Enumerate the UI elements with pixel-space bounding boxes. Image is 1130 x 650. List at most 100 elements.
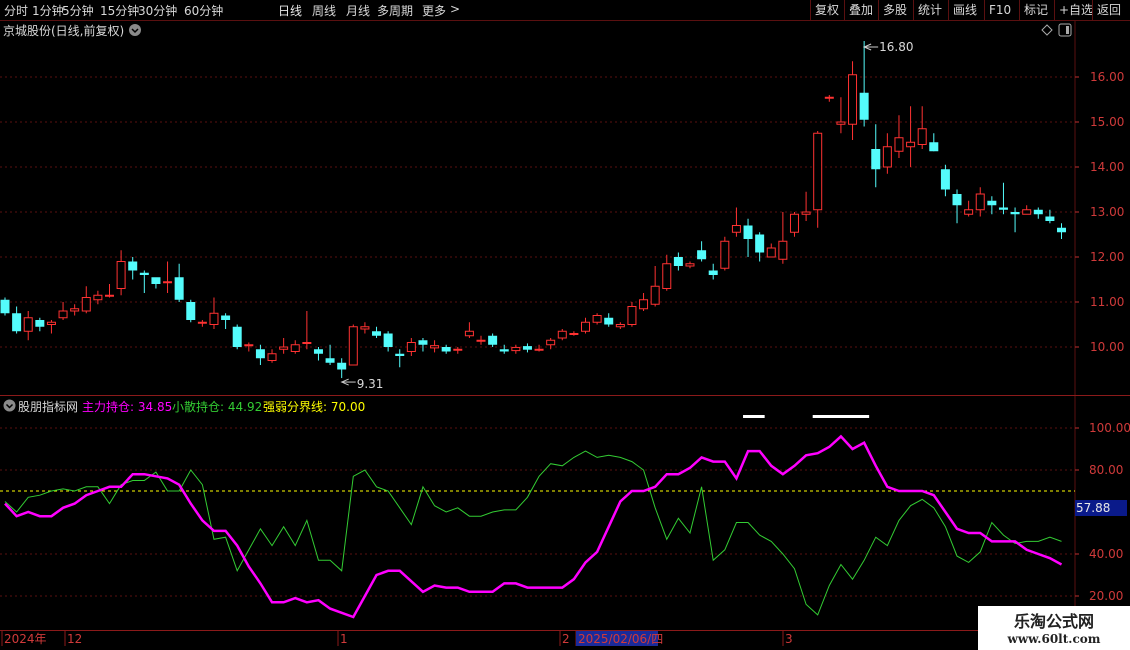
date-label: 2025/02/06/四 — [578, 632, 663, 646]
candle-body-up — [917, 128, 927, 145]
candle-body-down — [383, 333, 393, 347]
toolbar-button-7[interactable]: +自选 — [1054, 0, 1097, 20]
candle-body-up — [302, 342, 312, 344]
candle-body-down — [151, 277, 161, 284]
date-label: 3 — [785, 632, 793, 646]
candle-body-up — [813, 132, 823, 211]
candle-body-up — [46, 321, 56, 325]
retail-holding-label: 小散持仓: 44.92 — [172, 400, 263, 414]
price-tick-label: 14.00 — [1090, 160, 1124, 174]
candle-body-up — [116, 261, 126, 289]
candle-body-down — [952, 194, 962, 206]
period-tab-2[interactable]: 5分钟 — [62, 2, 94, 19]
candle-body-down — [499, 349, 509, 352]
candle-body-down — [232, 326, 242, 347]
candle-body-up — [23, 317, 33, 332]
candle-body-up — [975, 193, 985, 211]
candle-body-down — [940, 169, 950, 190]
watermark-title: 乐淘公式网 — [1013, 612, 1094, 631]
candle-body-down — [755, 234, 765, 253]
main-holding-line — [4, 434, 1063, 619]
top-toolbar: 分时 1分钟 5分钟 15分钟 30分钟 60分钟 日线 周线 月线 多周期 更多 > 复权 叠加 多股 统计… — [0, 0, 1130, 21]
candle-body-up — [453, 348, 463, 351]
candle-body-up — [720, 240, 730, 269]
candle-body-up — [557, 330, 567, 339]
period-tab-7[interactable]: 周线 — [312, 2, 336, 19]
main-holding-label: 主力持仓: 34.85 — [82, 400, 173, 414]
candle-body-down — [441, 347, 451, 352]
date-label: 12 — [67, 632, 82, 646]
watermark-url: www.60lt.com — [1007, 632, 1101, 646]
candle-body-up — [801, 211, 811, 215]
period-tab-1[interactable]: 1分钟 — [32, 2, 64, 19]
price-tick-label: 10.00 — [1090, 340, 1124, 354]
period-tab-0[interactable]: 分时 — [4, 2, 28, 19]
candle-body-up — [163, 281, 173, 284]
diamond-icon[interactable] — [1041, 24, 1053, 36]
toolbar-button-4[interactable]: 画线 — [948, 0, 981, 20]
candle-body-up — [964, 209, 974, 215]
candle-body-up — [464, 330, 474, 337]
period-tab-3[interactable]: 15分钟 — [100, 2, 139, 19]
candle-body-up — [615, 324, 625, 328]
signal-bar — [743, 415, 765, 418]
candle-body-up — [93, 294, 103, 301]
candle-body-up — [766, 247, 776, 258]
candle-body-down — [859, 92, 869, 120]
candle-body-down — [708, 270, 718, 275]
chevron-down-icon[interactable] — [3, 399, 16, 412]
candle-body-down — [0, 299, 10, 314]
candle-body-up — [290, 344, 300, 352]
candle-body-up — [627, 306, 637, 325]
toolbar-button-1[interactable]: 叠加 — [844, 0, 877, 20]
candle-body-down — [12, 313, 22, 332]
candle-body-up — [685, 263, 695, 267]
date-label: 1 — [340, 632, 348, 646]
toolbar-button-2[interactable]: 多股 — [878, 0, 911, 20]
toolbar-button-8[interactable]: 返回 — [1092, 0, 1125, 20]
main-chart-title: 京城股份(日线,前复权) — [3, 24, 125, 38]
toolbar-button-6[interactable]: 标记 — [1019, 0, 1052, 20]
period-tab-9[interactable]: 多周期 — [377, 2, 413, 19]
toolbar-button-5[interactable]: F10 — [984, 0, 1015, 20]
candle-body-up — [209, 312, 219, 325]
candle-body-up — [244, 344, 254, 347]
candle-body-down — [186, 302, 196, 320]
toolbar-button-0[interactable]: 复权 — [810, 0, 843, 20]
indicator-tick-label: 80.00 — [1089, 463, 1123, 477]
current-value-label: 57.88 — [1076, 501, 1110, 515]
candle-body-up — [581, 321, 590, 332]
candle-body-up — [650, 285, 660, 305]
window-toggle-icon[interactable] — [1058, 23, 1072, 37]
period-tab-10[interactable]: 更多 — [422, 2, 446, 19]
chevron-down-icon[interactable] — [128, 23, 142, 37]
period-tab-5[interactable]: 60分钟 — [184, 2, 223, 19]
candle-body-down — [418, 340, 428, 345]
candle-body-down — [337, 362, 347, 370]
period-tab-6[interactable]: 日线 — [278, 2, 302, 19]
indicator-tick-label: 100.00 — [1089, 421, 1130, 435]
date-label: 2024年 — [4, 632, 47, 646]
candle-body-up — [906, 141, 916, 148]
candle-body-down — [697, 250, 707, 260]
period-tab-8[interactable]: 月线 — [346, 2, 370, 19]
candle-body-up — [836, 121, 846, 125]
candle-body-up — [824, 96, 834, 99]
low-price-label: 9.31 — [357, 377, 384, 391]
candle-body-up — [848, 74, 858, 125]
candle-body-down — [313, 349, 323, 354]
price-tick-label: 16.00 — [1090, 70, 1124, 84]
price-tick-label: 15.00 — [1090, 115, 1124, 129]
candle-body-up — [1022, 209, 1032, 215]
candle-body-down — [139, 272, 149, 275]
toolbar-button-3[interactable]: 统计 — [913, 0, 946, 20]
candle-body-down — [174, 277, 184, 300]
candle-body-down — [871, 149, 881, 170]
more-chevron-icon[interactable]: > — [450, 2, 460, 16]
indicator-tick-label: 20.00 — [1089, 589, 1123, 603]
candle-body-up — [81, 297, 91, 312]
candle-body-up — [58, 310, 68, 319]
period-tab-4[interactable]: 30分钟 — [138, 2, 177, 19]
candle-body-up — [592, 315, 602, 323]
indicator-name: 股朋指标网 — [18, 400, 79, 414]
